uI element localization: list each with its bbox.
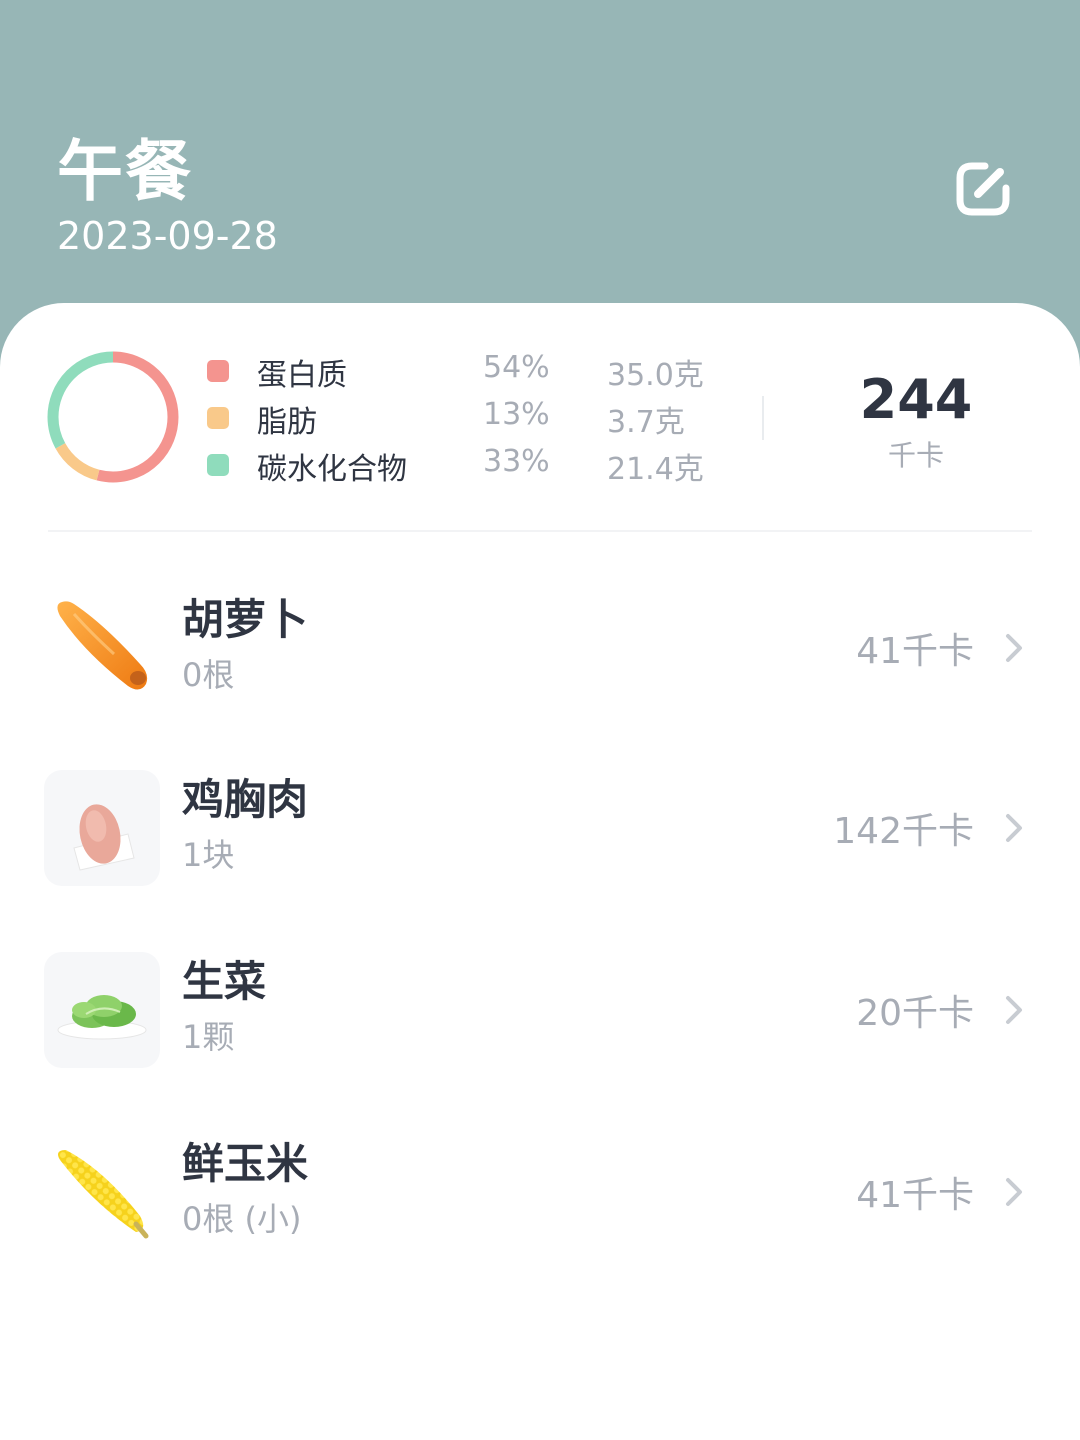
meal-date: 2023-09-28	[57, 214, 278, 258]
total-calories: 244	[859, 368, 973, 431]
food-name: 鸡胸肉	[182, 775, 309, 824]
calories-unit: 千卡	[887, 439, 944, 472]
food-item-corn[interactable]: 鲜玉米 0根 (小) 41千卡	[0, 1134, 1080, 1254]
food-amount: 0根 (小)	[182, 1200, 302, 1238]
lettuce-thumbnail	[44, 952, 160, 1068]
macro-name: 蛋白质	[257, 358, 347, 393]
macro-percent: 13%	[483, 397, 550, 432]
food-calories: 20千卡	[856, 993, 974, 1034]
macro-grams: 3.7克	[607, 405, 685, 440]
food-item-lettuce[interactable]: 生菜 1颗 20千卡	[0, 952, 1080, 1072]
macro-grams: 35.0克	[607, 358, 704, 393]
food-name: 胡萝卜	[182, 595, 309, 644]
macro-grams: 21.4克	[607, 452, 704, 487]
chevron-right-icon	[1006, 1178, 1022, 1206]
food-calories: 41千卡	[856, 631, 974, 672]
chicken-breast-icon	[73, 804, 135, 871]
food-amount: 1颗	[182, 1018, 235, 1056]
food-calories: 41千卡	[856, 1175, 974, 1216]
chevron-right-icon	[1006, 634, 1022, 662]
macro-name: 脂肪	[257, 405, 317, 440]
food-item-carrot[interactable]: 胡萝卜 0根 41千卡	[0, 590, 1080, 710]
macro-donut-chart	[47, 351, 179, 483]
macro-row-fat: 脂肪 13% 3.7克	[205, 397, 725, 441]
lettuce-icon	[57, 995, 147, 1040]
macro-percent: 33%	[483, 444, 550, 479]
carbs-color-dot	[207, 454, 229, 476]
macro-row-protein: 蛋白质 54% 35.0克	[205, 350, 725, 394]
fat-color-dot	[207, 407, 229, 429]
edit-button[interactable]	[948, 154, 1018, 224]
corn-thumbnail	[44, 1134, 160, 1250]
edit-square-icon	[956, 162, 1010, 216]
food-amount: 1块	[182, 836, 235, 874]
protein-color-dot	[207, 360, 229, 382]
food-name: 鲜玉米	[182, 1139, 309, 1188]
meal-header: 午餐 2023-09-28	[0, 0, 1080, 320]
food-item-chicken-breast[interactable]: 鸡胸肉 1块 142千卡	[0, 770, 1080, 890]
macro-percent: 54%	[483, 350, 550, 385]
page-title: 午餐	[57, 133, 193, 210]
food-amount: 0根	[182, 656, 235, 694]
food-calories: 142千卡	[833, 811, 974, 852]
corn-icon	[58, 1150, 149, 1239]
carrot-icon	[57, 601, 148, 690]
section-divider	[48, 530, 1032, 532]
chevron-right-icon	[1006, 814, 1022, 842]
carrot-thumbnail	[44, 590, 160, 706]
chevron-right-icon	[1006, 996, 1022, 1024]
macro-row-carbs: 碳水化合物 33% 21.4克	[205, 444, 725, 488]
summary-divider	[762, 396, 764, 440]
macro-name: 碳水化合物	[257, 452, 407, 487]
chicken-breast-thumbnail	[44, 770, 160, 886]
food-name: 生菜	[182, 957, 267, 1006]
